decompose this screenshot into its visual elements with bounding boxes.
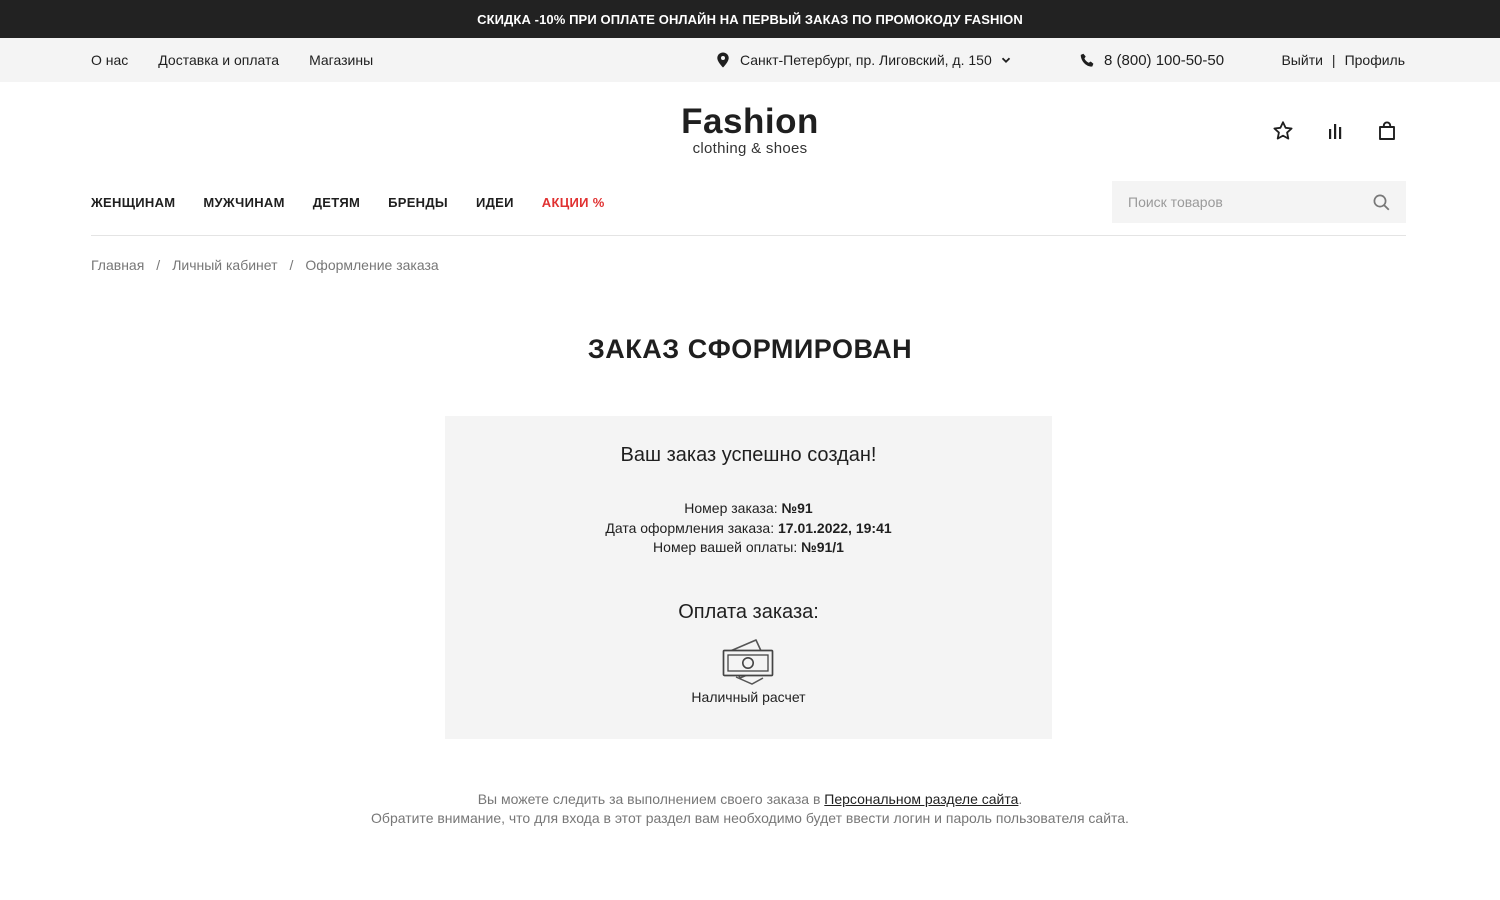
payment-number-value: №91/1 <box>801 539 844 555</box>
page-title: ЗАКАЗ СФОРМИРОВАН <box>587 334 913 364</box>
cash-icon <box>722 639 774 685</box>
nav-ideas[interactable]: ИДЕИ <box>476 195 514 210</box>
promo-text: СКИДКА -10% ПРИ ОПЛАТЕ ОНЛАЙН НА ПЕРВЫЙ … <box>477 11 1023 27</box>
breadcrumb: Главная / Личный кабинет / Оформление за… <box>91 257 439 273</box>
address-text: Санкт-Петербург, пр. Лиговский, д. 150 <box>740 52 992 68</box>
breadcrumb-home[interactable]: Главная <box>91 257 144 273</box>
order-number-row: Номер заказа: №91 <box>445 499 1052 519</box>
nav-brands[interactable]: БРЕНДЫ <box>388 195 448 210</box>
auth-links: Выйти | Профиль <box>1281 38 1405 82</box>
phone-icon <box>1080 53 1094 67</box>
payment-title: Оплата заказа: <box>678 601 819 623</box>
nav-women[interactable]: ЖЕНЩИНАМ <box>91 195 175 210</box>
tracking-note: Вы можете следить за выполнением своего … <box>0 790 1500 827</box>
top-bar: О нас Доставка и оплата Магазины Санкт-П… <box>0 38 1500 82</box>
breadcrumb-current: Оформление заказа <box>305 257 439 273</box>
breadcrumb-separator: / <box>156 257 161 273</box>
profile-link[interactable]: Профиль <box>1345 52 1405 68</box>
order-summary-card: Ваш заказ успешно создан! Номер заказа: … <box>445 416 1052 739</box>
logout-link[interactable]: Выйти <box>1281 52 1322 68</box>
promo-banner: СКИДКА -10% ПРИ ОПЛАТЕ ОНЛАЙН НА ПЕРВЫЙ … <box>0 0 1500 38</box>
chevron-down-icon <box>1001 57 1010 63</box>
order-date-value: 17.01.2022, 19:41 <box>777 519 892 536</box>
order-success-message: Ваш заказ успешно создан! <box>620 444 877 466</box>
nav-sale[interactable]: АКЦИИ % <box>542 195 605 210</box>
nav-men[interactable]: МУЖЧИНАМ <box>203 195 284 210</box>
payment-method-label: Наличный расчет <box>691 689 806 705</box>
compare-icon[interactable] <box>1324 120 1346 142</box>
order-number-label: Номер заказа: <box>684 500 778 516</box>
order-date-label: Дата оформления заказа: <box>605 519 775 536</box>
order-info: Номер заказа: №91 Дата оформления заказа… <box>445 499 1052 558</box>
header-actions <box>1272 120 1398 142</box>
personal-section-link[interactable]: Персональном разделе сайта <box>824 791 1018 807</box>
phone-link[interactable]: 8 (800) 100-50-50 <box>1080 38 1224 82</box>
star-icon[interactable] <box>1272 120 1294 142</box>
logo-tagline: clothing & shoes <box>692 140 808 157</box>
tracking-note-period: . <box>1018 791 1023 807</box>
link-delivery[interactable]: Доставка и оплата <box>158 52 279 68</box>
auth-separator: | <box>1331 52 1336 68</box>
search-box <box>1112 181 1406 223</box>
link-stores[interactable]: Магазины <box>309 52 373 68</box>
breadcrumb-account[interactable]: Личный кабинет <box>172 257 277 273</box>
bag-icon[interactable] <box>1376 120 1398 142</box>
tracking-note-line2: Обратите внимание, что для входа в этот … <box>371 809 1129 826</box>
address-selector[interactable]: Санкт-Петербург, пр. Лиговский, д. 150 <box>716 38 1012 82</box>
search-icon[interactable] <box>1373 194 1390 211</box>
order-date-row: Дата оформления заказа: 17.01.2022, 19:4… <box>445 519 1052 539</box>
main-nav: ЖЕНЩИНАМ МУЖЧИНАМ ДЕТЯМ БРЕНДЫ ИДЕИ АКЦИ… <box>91 181 605 223</box>
tracking-note-line1: Вы можете следить за выполнением своего … <box>0 790 1500 809</box>
location-pin-icon <box>717 52 729 68</box>
link-about[interactable]: О нас <box>91 52 128 68</box>
tracking-note-text: Вы можете следить за выполнением своего … <box>477 791 821 807</box>
phone-number: 8 (800) 100-50-50 <box>1104 51 1225 69</box>
nav-kids[interactable]: ДЕТЯМ <box>313 195 360 210</box>
payment-number-label: Номер вашей оплаты: <box>653 539 798 555</box>
payment-number-row: Номер вашей оплаты: №91/1 <box>445 538 1052 558</box>
nav-divider <box>91 235 1406 236</box>
breadcrumb-separator: / <box>289 257 294 273</box>
search-input[interactable] <box>1128 194 1373 210</box>
top-links: О нас Доставка и оплата Магазины <box>91 38 373 82</box>
order-number-value: №91 <box>781 500 813 516</box>
